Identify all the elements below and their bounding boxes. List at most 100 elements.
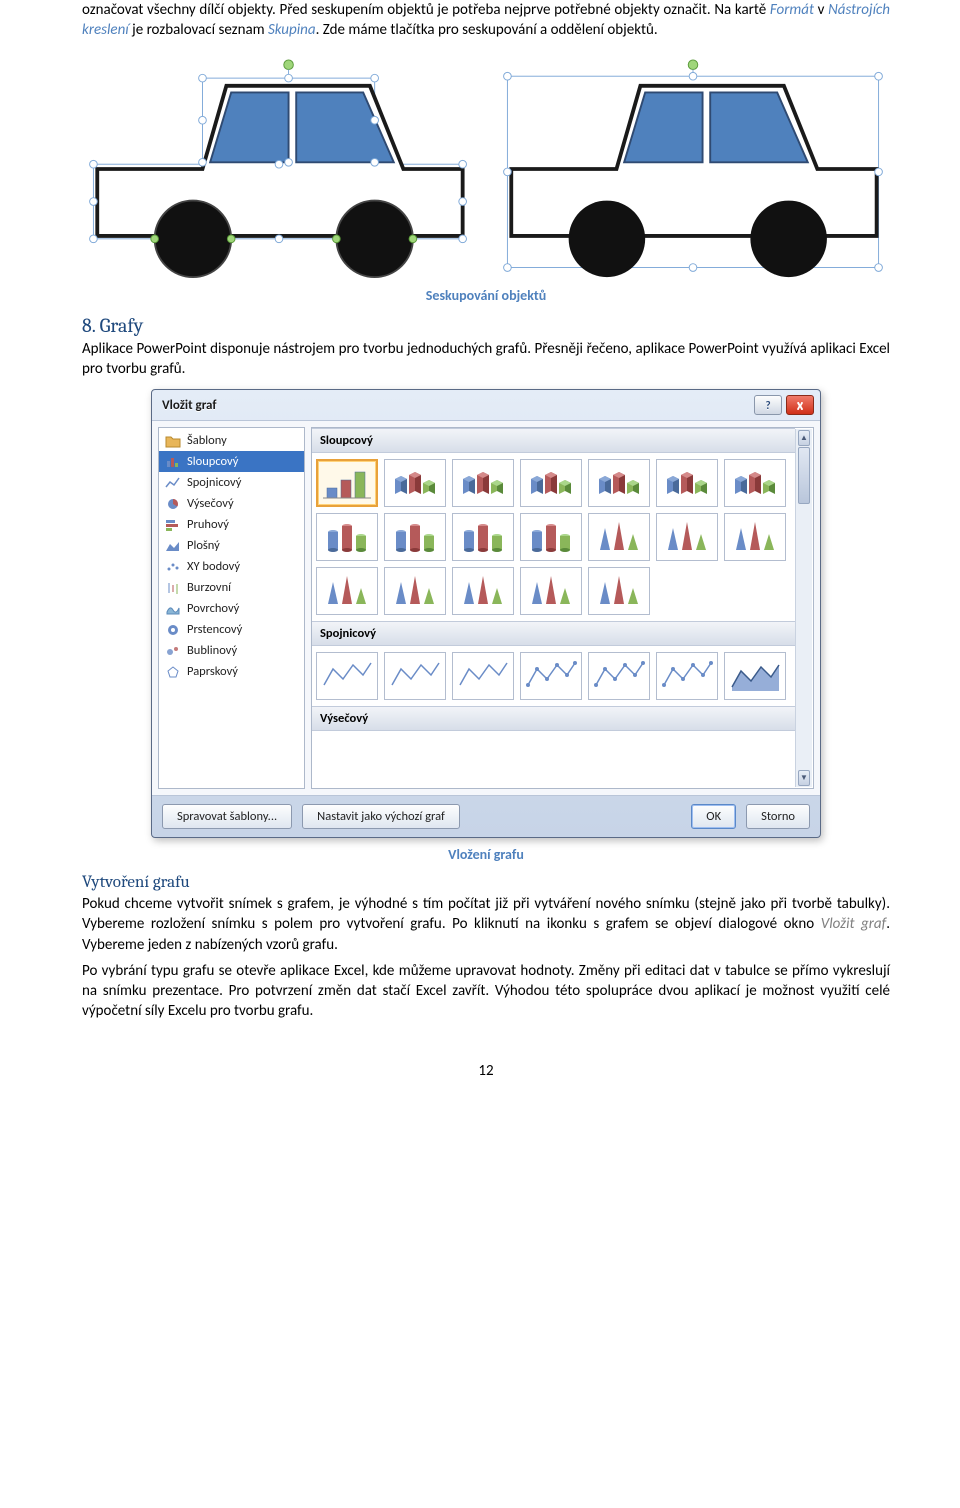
chart-thumb-column-2[interactable] xyxy=(452,459,514,507)
cancel-button[interactable]: Storno xyxy=(746,804,810,829)
panel-scrollbar[interactable]: ▲ ▼ xyxy=(795,429,812,787)
chart-thumb-column-11[interactable] xyxy=(588,513,650,561)
category-label: Spojnicový xyxy=(187,475,241,490)
manage-templates-button[interactable]: Spravovat šablony... xyxy=(162,804,292,829)
hbar-icon xyxy=(165,518,181,532)
category-item-hbar[interactable]: Pruhový xyxy=(159,514,304,535)
thumb-grid-sloupcovy xyxy=(312,453,795,621)
page-number: 12 xyxy=(82,1062,890,1080)
dialog-title: Vložit graf xyxy=(162,398,217,413)
category-item-bars[interactable]: Sloupcový xyxy=(159,451,304,472)
chart-thumb-column-12[interactable] xyxy=(656,513,718,561)
paragraph-create-chart: Pokud chceme vytvořit snímek s grafem, j… xyxy=(82,894,890,955)
text: . Zde máme tlačítka pro seskupování a od… xyxy=(316,21,658,39)
chart-thumb-column-10[interactable] xyxy=(520,513,582,561)
figure-car-grouped xyxy=(496,59,890,279)
category-item-donut[interactable]: Prstencový xyxy=(159,619,304,640)
chart-thumb-column-16[interactable] xyxy=(452,567,514,615)
ok-button[interactable]: OK xyxy=(691,804,736,829)
category-item-stock[interactable]: Burzovní xyxy=(159,577,304,598)
text: je rozbalovací seznam xyxy=(129,21,268,39)
figure-caption-insert-chart: Vložení grafu xyxy=(82,846,890,863)
area-icon xyxy=(165,539,181,553)
thumb-grid-spojnicovy xyxy=(312,646,795,706)
chart-thumb-line-6[interactable] xyxy=(724,652,786,700)
chart-thumb-column-6[interactable] xyxy=(724,459,786,507)
scatter-icon xyxy=(165,560,181,574)
bars-icon xyxy=(165,455,181,469)
category-label: XY bodový xyxy=(187,559,240,574)
chart-thumb-line-2[interactable] xyxy=(452,652,514,700)
group-header-sloupcovy: Sloupcový xyxy=(312,428,795,453)
category-item-scatter[interactable]: XY bodový xyxy=(159,556,304,577)
surface-icon xyxy=(165,602,181,616)
chart-thumb-column-9[interactable] xyxy=(452,513,514,561)
ui-ref-vlozit-graf: Vložit graf xyxy=(821,915,887,933)
chart-thumb-column-8[interactable] xyxy=(384,513,446,561)
close-button[interactable]: X xyxy=(786,395,814,415)
scroll-down-icon[interactable]: ▼ xyxy=(798,770,810,786)
text: označovat všechny dílčí objekty. Před se… xyxy=(82,1,770,19)
dialog-footer: Spravovat šablony... Nastavit jako výcho… xyxy=(152,796,820,837)
text: Pokud chceme vytvořit snímek s grafem, j… xyxy=(82,895,890,933)
category-label: Plošný xyxy=(187,538,220,553)
chart-thumb-column-5[interactable] xyxy=(656,459,718,507)
chart-thumb-line-3[interactable] xyxy=(520,652,582,700)
category-label: Paprskový xyxy=(187,664,238,679)
donut-icon xyxy=(165,623,181,637)
chart-thumb-line-4[interactable] xyxy=(588,652,650,700)
chart-thumb-column-14[interactable] xyxy=(316,567,378,615)
close-icon: X xyxy=(797,399,803,412)
chart-thumb-column-15[interactable] xyxy=(384,567,446,615)
chart-thumb-column-4[interactable] xyxy=(588,459,650,507)
scrollbar-thumb[interactable] xyxy=(798,447,810,504)
category-label: Výsečový xyxy=(187,496,234,511)
help-button[interactable]: ? xyxy=(754,395,782,415)
paragraph-grafy-intro: Aplikace PowerPoint disponuje nástrojem … xyxy=(82,339,890,380)
paragraph-intro: označovat všechny dílčí objekty. Před se… xyxy=(82,0,890,41)
set-default-chart-button[interactable]: Nastavit jako výchozí graf xyxy=(302,804,460,829)
chart-category-list[interactable]: Šablony Sloupcový Spojnicový Výsečový Pruhov… xyxy=(158,427,305,789)
category-label: Povrchový xyxy=(187,601,239,616)
chart-thumb-column-0[interactable] xyxy=(316,459,378,507)
chart-thumb-line-5[interactable] xyxy=(656,652,718,700)
line-icon xyxy=(165,476,181,490)
chart-thumbnails-panel: Sloupcový xyxy=(311,427,814,789)
chart-thumb-column-17[interactable] xyxy=(520,567,582,615)
category-label: Sloupcový xyxy=(187,454,238,469)
category-item-bubble[interactable]: Bublinový xyxy=(159,640,304,661)
category-item-line[interactable]: Spojnicový xyxy=(159,472,304,493)
figure-car-ungrouped xyxy=(82,59,476,279)
figures-row xyxy=(82,59,890,279)
radar-icon xyxy=(165,665,181,679)
chart-thumb-line-1[interactable] xyxy=(384,652,446,700)
category-label: Bublinový xyxy=(187,643,237,658)
bubble-icon xyxy=(165,644,181,658)
heading-grafy: 8. Grafy xyxy=(82,314,890,337)
category-item-folder[interactable]: Šablony xyxy=(159,430,304,451)
pie-icon xyxy=(165,497,181,511)
group-header-vysecovy: Výsečový xyxy=(312,706,795,731)
category-label: Pruhový xyxy=(187,517,229,532)
chart-thumb-column-1[interactable] xyxy=(384,459,446,507)
chart-thumb-column-18[interactable] xyxy=(588,567,650,615)
dialog-titlebar: Vložit graf ? X xyxy=(152,390,820,420)
figure-caption-grouping: Seskupování objektů xyxy=(82,287,890,304)
category-item-pie[interactable]: Výsečový xyxy=(159,493,304,514)
category-item-surface[interactable]: Povrchový xyxy=(159,598,304,619)
ui-ref-format: Formát xyxy=(770,1,814,19)
category-item-area[interactable]: Plošný xyxy=(159,535,304,556)
category-label: Šablony xyxy=(187,433,227,448)
insert-chart-dialog: Vložit graf ? X Šablony Sloupcový Spojnico… xyxy=(151,389,821,838)
category-item-radar[interactable]: Paprskový xyxy=(159,661,304,682)
scroll-up-icon[interactable]: ▲ xyxy=(798,430,810,446)
text: v xyxy=(814,1,828,19)
chart-thumb-column-3[interactable] xyxy=(520,459,582,507)
help-icon: ? xyxy=(765,399,770,412)
chart-thumb-column-7[interactable] xyxy=(316,513,378,561)
folder-icon xyxy=(165,434,181,448)
ui-ref-group: Skupina xyxy=(268,21,316,39)
chart-thumb-line-0[interactable] xyxy=(316,652,378,700)
paragraph-excel-link: Po vybrání typu grafu se otevře aplikace… xyxy=(82,961,890,1022)
chart-thumb-column-13[interactable] xyxy=(724,513,786,561)
